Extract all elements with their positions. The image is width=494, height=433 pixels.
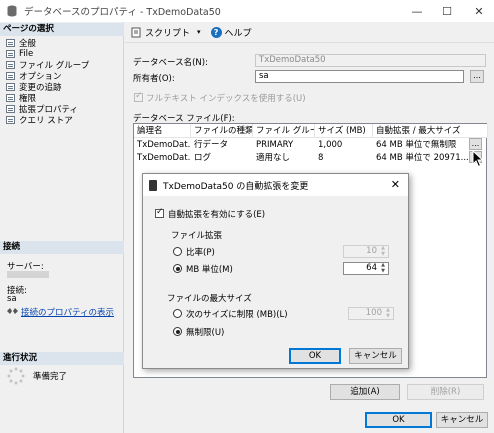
fulltext-label: フルテキスト インデックスを使用する(U) xyxy=(146,94,306,104)
spinner-arrows-icon[interactable]: ▲ ▼ xyxy=(379,262,387,274)
page-item-extended-properties[interactable]: 拡張プロパティ xyxy=(6,103,78,115)
database-icon xyxy=(7,5,17,17)
column-header[interactable]: 論理名 xyxy=(134,124,191,138)
limited-spinner: 100 ▲ ▼ xyxy=(348,307,394,320)
minimize-button[interactable]: — xyxy=(402,0,432,22)
cancel-button[interactable]: キャンセル xyxy=(436,412,488,428)
table-cell: 64 MB 単位で無制限 xyxy=(376,140,457,150)
page-icon xyxy=(6,93,15,102)
ok-button[interactable]: OK xyxy=(365,412,432,428)
page-item-filegroups[interactable]: ファイル グループ xyxy=(6,59,89,71)
page-item-options[interactable]: オプション xyxy=(6,70,62,82)
percent-radio[interactable] xyxy=(173,247,182,256)
dialog-ok-button[interactable]: OK xyxy=(289,348,341,364)
window-titlebar: データベースのプロパティ - TxDemoData50 — ☐ ✕ xyxy=(0,0,494,22)
enable-autogrow-checkbox[interactable] xyxy=(155,207,164,218)
help-button[interactable]: ? ヘルプ xyxy=(210,26,252,39)
dialog-titlebar: TxDemoData50 の自動拡張を変更 ✕ xyxy=(143,174,408,196)
page-item-files[interactable]: File xyxy=(6,48,33,59)
page-item-change-tracking[interactable]: 変更の追跡 xyxy=(6,81,62,93)
connection-properties-link[interactable]: 接続のプロパティの表示 xyxy=(21,306,114,318)
mb-spinner[interactable]: 64 ▲ ▼ xyxy=(343,262,389,275)
progress-spinner-icon xyxy=(7,367,25,385)
table-row[interactable]: TxDemoDat... ログ 適用なし 8 64 MB 単位で 20971..… xyxy=(134,151,486,164)
add-button[interactable]: 追加(A) xyxy=(330,384,400,400)
page-item-permissions[interactable]: 権限 xyxy=(6,92,36,104)
table-cell: ログ xyxy=(194,153,212,163)
page-icon xyxy=(6,115,15,124)
column-header[interactable]: 自動拡張 / 最大サイズ xyxy=(373,124,488,138)
table-cell: 1,000 xyxy=(318,140,343,150)
mb-label: MB 単位(M) xyxy=(186,265,233,275)
table-cell: TxDemoDat... xyxy=(137,140,191,150)
table-cell: 行データ xyxy=(194,140,229,150)
growth-group-label: ファイル拡張 xyxy=(171,231,223,241)
column-header[interactable]: ファイルの種類 xyxy=(191,124,253,138)
unlimited-radio[interactable] xyxy=(173,327,182,336)
autogrow-browse-button[interactable]: ... xyxy=(469,138,482,150)
page-icon xyxy=(6,71,15,80)
page-icon xyxy=(6,60,15,69)
window-title: データベースのプロパティ - TxDemoData50 xyxy=(24,7,221,18)
close-window-button[interactable]: ✕ xyxy=(464,0,494,22)
dialog-title: TxDemoData50 の自動拡張を変更 xyxy=(163,181,309,192)
mouse-cursor-icon xyxy=(472,150,484,168)
percent-label: 比率(P) xyxy=(186,248,215,258)
table-cell: 64 MB 単位で 20971... xyxy=(376,153,469,163)
owner-label: 所有者(O): xyxy=(133,74,175,84)
unlimited-label: 無制限(U) xyxy=(186,328,225,338)
help-icon: ? xyxy=(210,26,222,38)
page-icon xyxy=(6,104,15,113)
column-header[interactable]: サイズ (MB) xyxy=(315,124,373,138)
dialog-app-icon xyxy=(149,179,157,191)
owner-field[interactable]: sa xyxy=(255,70,464,83)
page-item-general[interactable]: 全般 xyxy=(6,37,36,49)
dialog-close-icon[interactable]: ✕ xyxy=(391,178,400,191)
table-cell: 適用なし xyxy=(256,153,291,163)
dialog-cancel-button[interactable]: キャンセル xyxy=(349,348,402,364)
spinner-arrows-icon: ▲ ▼ xyxy=(386,307,390,319)
chevron-down-icon: ▾ xyxy=(197,28,201,36)
page-item-query-store[interactable]: クエリ ストア xyxy=(6,114,73,126)
autogrow-dialog: TxDemoData50 の自動拡張を変更 ✕ 自動拡張を有効にする(E) ファ… xyxy=(142,173,409,369)
limited-label: 次のサイズに制限 (MB)(L) xyxy=(186,310,288,320)
progress-status: 準備完了 xyxy=(33,372,68,382)
owner-browse-button[interactable]: ... xyxy=(470,70,484,83)
connection-value: sa xyxy=(7,294,17,304)
progress-header: 進行状況 xyxy=(0,352,124,365)
percent-spinner: 10 ▲ ▼ xyxy=(343,245,389,258)
db-name-field: TxDemoData50 xyxy=(255,54,486,67)
connection-properties-icon xyxy=(7,308,18,314)
page-icon xyxy=(6,82,15,91)
table-row[interactable]: TxDemoDat... 行データ PRIMARY 1,000 64 MB 単位… xyxy=(134,138,486,151)
pages-header: ページの選択 xyxy=(0,23,124,36)
page-icon xyxy=(6,38,15,47)
limited-radio[interactable] xyxy=(173,309,182,318)
table-cell: TxDemoDat... xyxy=(137,153,191,163)
table-cell: PRIMARY xyxy=(256,140,294,150)
left-panel: ページの選択 全般 File ファイル グループ オプション 変更の追跡 権限 … xyxy=(0,22,124,433)
toolbar-divider xyxy=(125,42,494,43)
maxsize-group-label: ファイルの最大サイズ xyxy=(167,294,252,304)
toolbar: スクリプト ▾ ? ヘルプ xyxy=(125,22,494,42)
maximize-button[interactable]: ☐ xyxy=(432,0,462,22)
script-button[interactable]: スクリプト ▾ xyxy=(131,26,201,39)
script-icon xyxy=(131,27,141,37)
enable-autogrow-label: 自動拡張を有効にする(E) xyxy=(168,210,266,220)
page-icon xyxy=(6,49,15,58)
column-header[interactable]: ファイル グループ xyxy=(253,124,315,138)
table-cell: 8 xyxy=(318,153,324,163)
connection-header: 接続 xyxy=(0,241,124,254)
remove-button: 削除(R) xyxy=(407,384,484,400)
redacted-server-name xyxy=(7,271,49,278)
fulltext-checkbox xyxy=(134,91,143,102)
db-name-label: データベース名(N): xyxy=(133,58,208,68)
mb-radio[interactable] xyxy=(173,264,182,273)
spinner-arrows-icon: ▲ ▼ xyxy=(381,245,385,257)
